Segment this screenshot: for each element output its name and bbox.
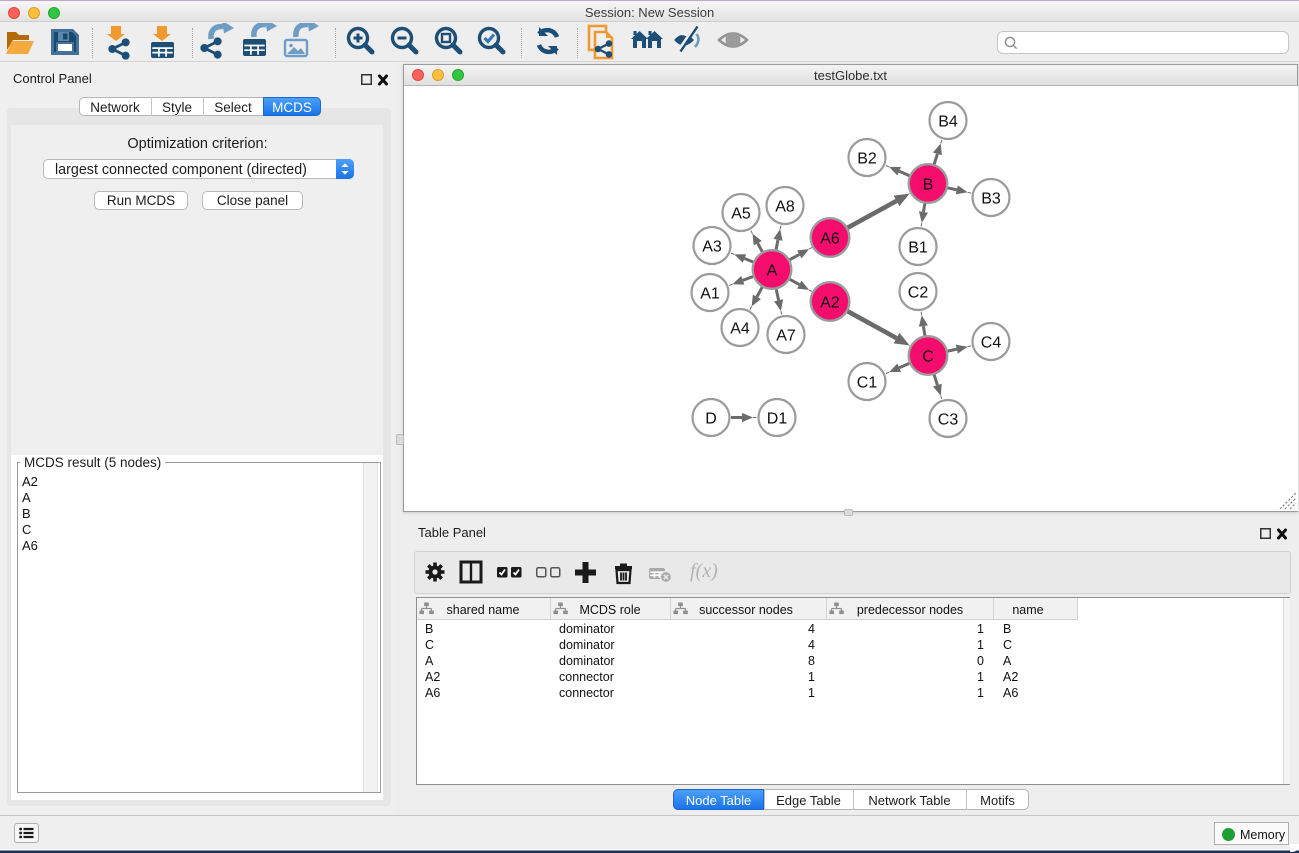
svg-text:A3: A3: [702, 238, 722, 255]
svg-text:D: D: [705, 410, 717, 427]
svg-text:C: C: [922, 348, 934, 365]
svg-text:C2: C2: [908, 284, 929, 301]
svg-text:A4: A4: [730, 320, 750, 337]
svg-text:D1: D1: [767, 410, 788, 427]
svg-text:B3: B3: [981, 190, 1001, 207]
svg-text:A8: A8: [775, 198, 795, 215]
svg-text:A5: A5: [731, 205, 751, 222]
svg-text:A: A: [767, 262, 778, 279]
svg-text:B4: B4: [938, 113, 958, 130]
svg-text:B1: B1: [908, 239, 928, 256]
svg-text:A1: A1: [700, 285, 720, 302]
svg-text:A7: A7: [776, 327, 796, 344]
svg-text:C1: C1: [857, 374, 878, 391]
svg-text:B2: B2: [857, 150, 877, 167]
svg-text:A2: A2: [820, 294, 840, 311]
svg-text:A6: A6: [820, 230, 840, 247]
svg-text:C3: C3: [938, 411, 959, 428]
svg-text:B: B: [923, 176, 934, 193]
svg-text:C4: C4: [981, 334, 1002, 351]
